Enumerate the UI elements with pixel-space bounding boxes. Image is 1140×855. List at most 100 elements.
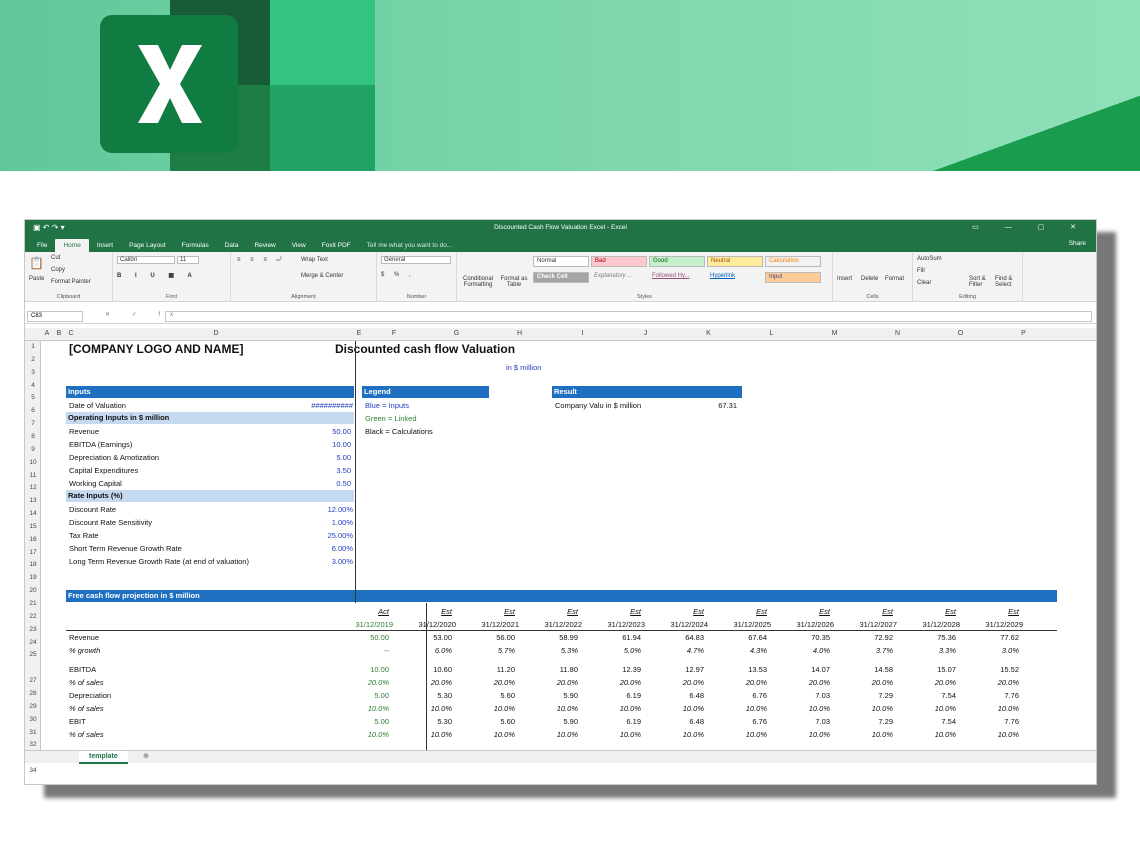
column-header[interactable]: I [551, 330, 614, 337]
delete-cells-button[interactable]: Delete [861, 276, 878, 282]
clear-button[interactable]: Clear [917, 280, 931, 286]
name-box[interactable]: C83 [27, 311, 83, 322]
bold-italic-underline-buttons[interactable]: B I U ▦ A [117, 272, 198, 279]
tab-home[interactable]: Home [55, 239, 89, 252]
style-normal[interactable]: Normal [533, 256, 589, 267]
row-header[interactable]: 11 [25, 472, 41, 479]
sort-filter-button[interactable]: Sort & Filter [969, 276, 993, 288]
formula-input[interactable] [165, 311, 1092, 322]
row-header[interactable]: 24 [25, 639, 41, 646]
cells[interactable]: [COMPANY LOGO AND NAME] Discounted cash … [41, 341, 1096, 763]
tab-data[interactable]: Data [217, 239, 247, 252]
tab-formulas[interactable]: Formulas [174, 239, 217, 252]
style-hyperlink[interactable]: Hyperlink [707, 272, 763, 283]
column-header[interactable]: G [425, 330, 488, 337]
row-header[interactable]: 3 [25, 369, 41, 376]
style-check-cell[interactable]: Check Cell [533, 272, 589, 283]
column-header[interactable]: E [355, 330, 363, 337]
column-header[interactable]: L [740, 330, 803, 337]
share-button[interactable]: Share [1069, 240, 1086, 247]
row-header[interactable]: 8 [25, 433, 41, 440]
font-size-select[interactable]: 11 [177, 256, 199, 264]
add-sheet-icon[interactable]: ⊕ [143, 752, 149, 760]
format-cells-button[interactable]: Format [885, 276, 904, 282]
conditional-formatting-button[interactable]: Conditional Formatting [459, 276, 497, 288]
merge-center-button[interactable]: Merge & Center [301, 273, 343, 279]
column-header[interactable]: C [65, 330, 77, 337]
row-header[interactable]: 32 [25, 741, 41, 748]
sheet-tab-template[interactable]: template [79, 751, 128, 764]
row-header[interactable]: 20 [25, 587, 41, 594]
find-select-button[interactable]: Find & Select [995, 276, 1021, 288]
row-header[interactable]: 5 [25, 394, 41, 401]
format-as-table-button[interactable]: Format as Table [499, 276, 529, 288]
row-header[interactable]: 10 [25, 459, 41, 466]
style-calculation[interactable]: Calculation [765, 256, 821, 267]
row-header[interactable]: 17 [25, 549, 41, 556]
row-header[interactable]: 28 [25, 690, 41, 697]
row-header[interactable]: 27 [25, 677, 41, 684]
style-neutral[interactable]: Neutral [707, 256, 763, 267]
row-header[interactable]: 1 [25, 343, 41, 350]
paste-icon[interactable]: 📋 [29, 256, 44, 270]
column-header[interactable]: A [41, 330, 53, 337]
row-header[interactable]: 22 [25, 613, 41, 620]
currency-icon[interactable]: $ % , [381, 272, 415, 278]
column-header[interactable]: P [992, 330, 1055, 337]
style-good[interactable]: Good [649, 256, 705, 267]
row-header[interactable]: 2 [25, 356, 41, 363]
column-header[interactable]: O [929, 330, 992, 337]
row-header[interactable]: 14 [25, 510, 41, 517]
number-format-select[interactable]: General [381, 256, 451, 264]
tell-me-input[interactable]: Tell me what you want to do... [359, 239, 461, 252]
row-header[interactable]: 19 [25, 574, 41, 581]
row-header[interactable]: 34 [25, 767, 41, 774]
style-followed-hyperlink[interactable]: Followed Hy... [649, 272, 705, 283]
row-header[interactable]: 6 [25, 407, 41, 414]
row-header[interactable]: 13 [25, 497, 41, 504]
tab-file[interactable]: File [29, 239, 55, 252]
tab-review[interactable]: Review [246, 239, 283, 252]
row-header[interactable]: 21 [25, 600, 41, 607]
insert-cells-button[interactable]: Insert [837, 276, 852, 282]
tab-insert[interactable]: Insert [89, 239, 121, 252]
cut-button[interactable]: Cut [51, 255, 60, 261]
style-bad[interactable]: Bad [591, 256, 647, 267]
align-icon[interactable]: ≡ ≡ ≡ ⤾ [237, 257, 286, 264]
row-header[interactable]: 29 [25, 703, 41, 710]
row-header[interactable]: 18 [25, 561, 41, 568]
wrap-text-button[interactable]: Wrap Text [301, 257, 328, 263]
format-painter-button[interactable]: Format Painter [51, 279, 91, 285]
row-header[interactable]: 4 [25, 382, 41, 389]
column-header[interactable]: K [677, 330, 740, 337]
column-header[interactable]: M [803, 330, 866, 337]
tab-page-layout[interactable]: Page Layout [121, 239, 174, 252]
autosum-button[interactable]: AutoSum [917, 256, 942, 262]
row-header[interactable]: 12 [25, 484, 41, 491]
row-header[interactable]: 9 [25, 446, 41, 453]
row-header[interactable]: 15 [25, 523, 41, 530]
column-header[interactable]: F [363, 330, 425, 337]
style-explanatory[interactable]: Explanatory ... [591, 272, 647, 283]
row-header[interactable]: 31 [25, 729, 41, 736]
divider [355, 341, 356, 603]
row-header[interactable]: 23 [25, 626, 41, 633]
column-header[interactable]: N [866, 330, 929, 337]
tab-view[interactable]: View [284, 239, 314, 252]
column-header[interactable]: H [488, 330, 551, 337]
column-header[interactable]: B [53, 330, 65, 337]
row-header[interactable]: 7 [25, 420, 41, 427]
column-header[interactable]: J [614, 330, 677, 337]
font-name-select[interactable]: Calibri [117, 256, 175, 264]
row-header[interactable]: 30 [25, 716, 41, 723]
spreadsheet-grid[interactable]: ABCDEFGHIJKLMNOP 1 2 3 4 5 6 7 8 9 10 11 12 13 14 15 16… [25, 328, 1096, 774]
paste-button[interactable]: Paste [29, 276, 44, 282]
column-header[interactable]: D [77, 330, 355, 337]
window-controls[interactable]: ▭ — ▢ ✕ [972, 223, 1088, 231]
row-header[interactable]: 25 [25, 651, 41, 658]
copy-button[interactable]: Copy [51, 267, 65, 273]
style-input[interactable]: Input [765, 272, 821, 283]
row-header[interactable]: 16 [25, 536, 41, 543]
tab-foxit-pdf[interactable]: Foxit PDF [314, 239, 359, 252]
fill-button[interactable]: Fill [917, 268, 925, 274]
